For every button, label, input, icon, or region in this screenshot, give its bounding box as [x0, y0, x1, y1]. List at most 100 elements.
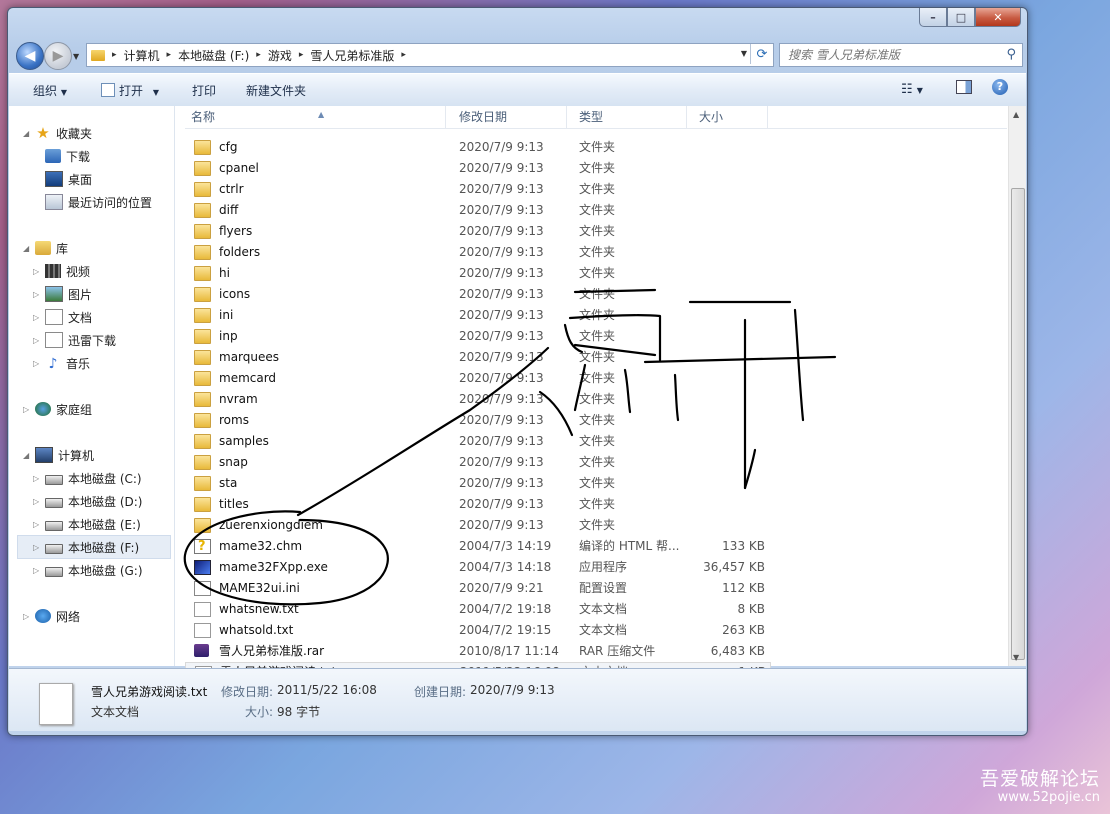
nav-drive-g[interactable]: ▷ 本地磁盘 (G:): [33, 559, 143, 581]
view-options-icon[interactable]: ☷ ▼: [901, 82, 923, 97]
file-row[interactable]: samples 2020/7/9 9:13 文件夹: [185, 431, 769, 452]
breadcrumb-computer[interactable]: 计算机: [120, 47, 164, 64]
nav-thunder-downloads[interactable]: ▷ 迅雷下载: [33, 329, 116, 351]
refresh-button[interactable]: ⟳: [750, 44, 773, 64]
nav-drive-c[interactable]: ▷ 本地磁盘 (C:): [33, 467, 142, 489]
file-name: inp: [219, 329, 238, 343]
nav-drive-f[interactable]: ▷ 本地磁盘 (F:): [17, 535, 171, 559]
nav-recent-places[interactable]: 最近访问的位置: [45, 191, 152, 213]
file-row[interactable]: ini 2020/7/9 9:13 文件夹: [185, 305, 769, 326]
file-row[interactable]: titles 2020/7/9 9:13 文件夹: [185, 494, 769, 515]
folder-icon: [194, 476, 211, 491]
breadcrumb-chevron-icon[interactable]: ▸: [109, 50, 120, 60]
nav-videos[interactable]: ▷ 视频: [33, 260, 90, 282]
collapse-triangle-icon[interactable]: ◢: [23, 129, 35, 138]
column-modified[interactable]: 修改日期: [453, 106, 567, 128]
nav-homegroup[interactable]: ▷ 家庭组: [23, 398, 92, 420]
column-size[interactable]: 大小: [693, 106, 768, 128]
file-row[interactable]: whatsold.txt 2004/7/2 19:15 文本文档 263 KB: [185, 620, 769, 641]
file-modified: 2020/7/9 9:13: [459, 203, 544, 217]
file-row[interactable]: icons 2020/7/9 9:13 文件夹: [185, 284, 769, 305]
file-row[interactable]: inp 2020/7/9 9:13 文件夹: [185, 326, 769, 347]
nav-drive-d[interactable]: ▷ 本地磁盘 (D:): [33, 490, 142, 512]
scroll-up-icon[interactable]: ▲: [1013, 110, 1019, 119]
file-type: 文件夹: [579, 434, 616, 448]
nav-libraries[interactable]: ◢ 库: [23, 237, 68, 259]
close-button[interactable]: ✕: [975, 8, 1021, 27]
file-name: folders: [219, 245, 261, 259]
file-row[interactable]: marquees 2020/7/9 9:13 文件夹: [185, 347, 769, 368]
minimize-button[interactable]: –: [919, 8, 947, 27]
expand-triangle-icon[interactable]: ▷: [33, 474, 45, 483]
nav-documents[interactable]: ▷ 文档: [33, 306, 92, 328]
recent-pages-dropdown[interactable]: ▼: [73, 52, 79, 61]
nav-favorites[interactable]: ◢ ★ 收藏夹: [23, 122, 92, 144]
search-input[interactable]: [780, 47, 1000, 63]
expand-triangle-icon[interactable]: ▷: [23, 612, 35, 621]
expand-triangle-icon[interactable]: ▷: [33, 543, 45, 552]
file-row[interactable]: 雪人兄弟标准版.rar 2010/8/17 11:14 RAR 压缩文件 6,483 …: [185, 641, 769, 662]
search-box[interactable]: ⚲: [779, 43, 1023, 67]
breadcrumb-games[interactable]: 游戏: [264, 47, 296, 64]
file-row[interactable]: whatsnew.txt 2004/7/2 19:18 文本文档 8 KB: [185, 599, 769, 620]
collapse-triangle-icon[interactable]: ◢: [23, 451, 35, 460]
file-row[interactable]: cpanel 2020/7/9 9:13 文件夹: [185, 158, 769, 179]
breadcrumb-current-folder[interactable]: 雪人兄弟标准版: [306, 47, 398, 64]
open-button[interactable]: 打开 ▼: [101, 82, 159, 99]
file-row[interactable]: folders 2020/7/9 9:13 文件夹: [185, 242, 769, 263]
expand-triangle-icon[interactable]: ▷: [33, 359, 45, 368]
file-row[interactable]: sta 2020/7/9 9:13 文件夹: [185, 473, 769, 494]
nav-network[interactable]: ▷ 网络: [23, 605, 80, 627]
preview-pane-icon[interactable]: [956, 80, 972, 97]
search-icon[interactable]: ⚲: [1006, 47, 1016, 62]
new-folder-button[interactable]: 新建文件夹: [246, 82, 306, 99]
file-row[interactable]: nvram 2020/7/9 9:13 文件夹: [185, 389, 769, 410]
file-row[interactable]: zuerenxiongdiem 2020/7/9 9:13 文件夹: [185, 515, 769, 536]
organize-button[interactable]: 组织 ▼: [33, 82, 67, 99]
expand-triangle-icon[interactable]: ▷: [33, 313, 45, 322]
column-type[interactable]: 类型: [573, 106, 687, 128]
address-bar[interactable]: ▸ 计算机 ▸ 本地磁盘 (F:) ▸ 游戏 ▸ 雪人兄弟标准版 ▸ ▼ ⟳: [86, 43, 774, 67]
expand-triangle-icon[interactable]: ▷: [23, 405, 35, 414]
expand-triangle-icon[interactable]: ▷: [33, 336, 45, 345]
nav-computer[interactable]: ◢ 计算机: [23, 444, 94, 466]
expand-triangle-icon[interactable]: ▷: [33, 520, 45, 529]
file-row[interactable]: hi 2020/7/9 9:13 文件夹: [185, 263, 769, 284]
print-button[interactable]: 打印: [192, 82, 216, 99]
breadcrumb-chevron-icon[interactable]: ▸: [398, 50, 409, 60]
file-row[interactable]: ctrlr 2020/7/9 9:13 文件夹: [185, 179, 769, 200]
scroll-down-icon[interactable]: ▼: [1013, 653, 1019, 662]
vertical-scrollbar[interactable]: ▲ ▼: [1008, 106, 1026, 666]
breadcrumb-drive-f[interactable]: 本地磁盘 (F:): [174, 47, 253, 64]
file-row[interactable]: MAME32ui.ini 2020/7/9 9:21 配置设置 112 KB: [185, 578, 769, 599]
file-row[interactable]: roms 2020/7/9 9:13 文件夹: [185, 410, 769, 431]
breadcrumb-chevron-icon[interactable]: ▸: [253, 50, 264, 60]
address-history-dropdown[interactable]: ▼: [741, 49, 747, 58]
expand-triangle-icon[interactable]: ▷: [33, 497, 45, 506]
nav-desktop[interactable]: 桌面: [45, 168, 92, 190]
file-row[interactable]: memcard 2020/7/9 9:13 文件夹: [185, 368, 769, 389]
nav-downloads[interactable]: 下载: [45, 145, 90, 167]
column-name[interactable]: 名称 ▲: [185, 106, 446, 128]
expand-triangle-icon[interactable]: ▷: [33, 267, 45, 276]
file-row[interactable]: snap 2020/7/9 9:13 文件夹: [185, 452, 769, 473]
nav-pictures[interactable]: ▷ 图片: [33, 283, 92, 305]
file-row[interactable]: mame32FXpp.exe 2004/7/3 14:18 应用程序 36,457 K…: [185, 557, 769, 578]
maximize-button[interactable]: □: [947, 8, 975, 27]
collapse-triangle-icon[interactable]: ◢: [23, 244, 35, 253]
nav-drive-e[interactable]: ▷ 本地磁盘 (E:): [33, 513, 141, 535]
expand-triangle-icon[interactable]: ▷: [33, 290, 45, 299]
file-row[interactable]: diff 2020/7/9 9:13 文件夹: [185, 200, 769, 221]
breadcrumb-chevron-icon[interactable]: ▸: [296, 50, 307, 60]
nav-music[interactable]: ▷ ♪ 音乐: [33, 352, 90, 374]
scrollbar-thumb[interactable]: [1011, 188, 1025, 660]
help-icon[interactable]: ?: [992, 79, 1008, 95]
expand-triangle-icon[interactable]: ▷: [33, 566, 45, 575]
file-row[interactable]: cfg 2020/7/9 9:13 文件夹: [185, 137, 769, 158]
back-button[interactable]: ◀: [16, 42, 44, 70]
forward-button[interactable]: ▶: [44, 42, 72, 70]
file-row[interactable]: mame32.chm2004/7/3 14:19编译的 HTML 帮...133…: [185, 536, 769, 557]
breadcrumb-chevron-icon[interactable]: ▸: [164, 50, 175, 60]
file-row[interactable]: flyers 2020/7/9 9:13 文件夹: [185, 221, 769, 242]
file-modified: 2020/7/9 9:13: [459, 182, 544, 196]
